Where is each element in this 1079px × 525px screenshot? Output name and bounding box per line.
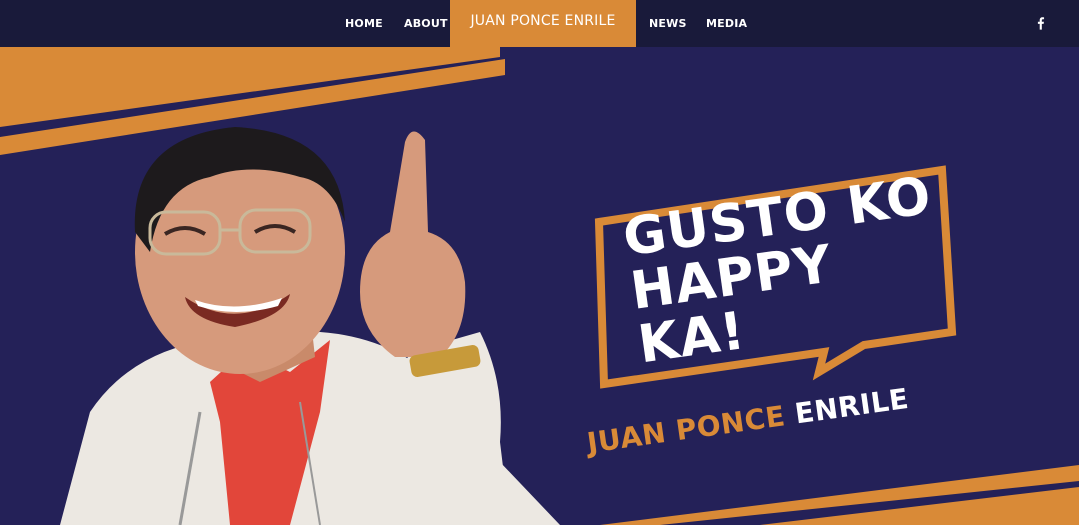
- nav-brand-link[interactable]: JUAN PONCE ENRILE: [450, 0, 636, 47]
- nav-media-link[interactable]: MEDIA: [706, 0, 747, 47]
- facebook-icon[interactable]: [1035, 14, 1047, 32]
- top-navigation: HOME ABOUT JUAN PONCE ENRILE NEWS MEDIA: [0, 0, 1079, 47]
- nav-news-link[interactable]: NEWS: [649, 0, 687, 47]
- candidate-portrait: [60, 127, 560, 525]
- hero-banner: GUSTO KO HAPPY KA! JUAN PONCE ENRILE: [0, 47, 1079, 525]
- nav-about-link[interactable]: ABOUT: [404, 0, 448, 47]
- nav-home-link[interactable]: HOME: [345, 0, 383, 47]
